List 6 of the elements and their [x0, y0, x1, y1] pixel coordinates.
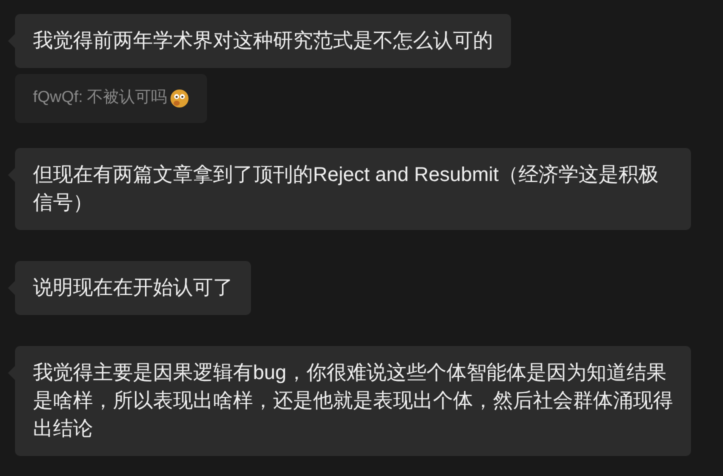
message-text: 但现在有两篇文章拿到了顶刊的Reject and Resubmit（经济学这是积极信号） [33, 164, 659, 214]
message-text: 我觉得前两年学术界对这种研究范式是不怎么认可的 [33, 30, 493, 52]
message-text: 说明现在在开始认可了 [33, 277, 233, 299]
quote-text: fQwQf: 不被认可吗 [33, 88, 168, 108]
message-text: 我觉得主要是因果逻辑有bug，你很难说这些个体智能体是因为知道结果是啥样，所以表现出啥样，还是他就是表现出个体，然后社会群体涌现得出结论 [33, 362, 673, 440]
quoted-reply[interactable]: fQwQf: 不被认可吗 [15, 74, 208, 123]
